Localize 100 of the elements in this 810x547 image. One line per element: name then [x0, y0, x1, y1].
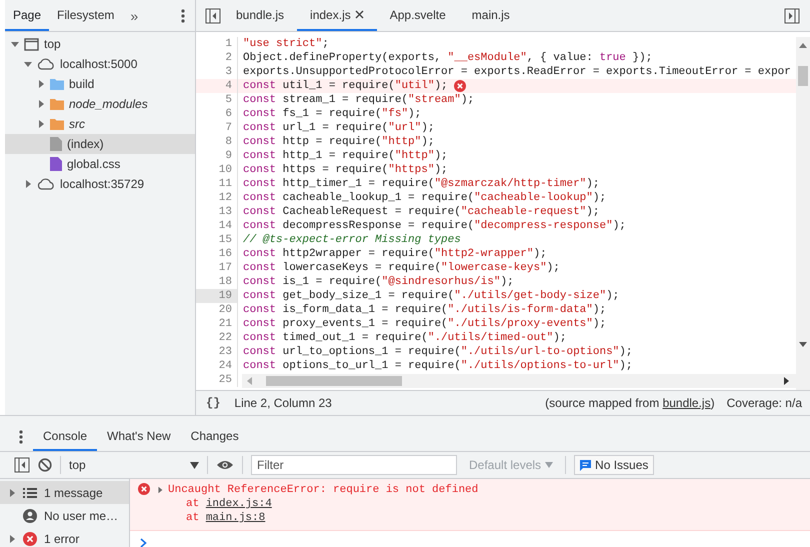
line-number: 3 — [224, 65, 233, 79]
error-icon — [454, 80, 466, 92]
tree-item[interactable]: src — [5, 114, 195, 134]
collapsed-arrow-icon[interactable] — [8, 534, 16, 542]
sidebar-item[interactable]: No user me… — [0, 504, 129, 527]
error-icon — [138, 483, 150, 495]
scroll-down-icon[interactable] — [799, 342, 807, 348]
code-line: const proxy_events_1 = require("./utils/proxy-events"); — [243, 318, 606, 330]
clear-console-icon[interactable] — [38, 458, 52, 472]
prompt-icon[interactable] — [140, 538, 147, 547]
list-icon — [23, 488, 37, 498]
line-number: 14 — [218, 219, 233, 233]
code-line: const url_to_options_1 = require("./utils/url-to-options"); — [243, 346, 632, 358]
file-tab[interactable]: App.svelte — [376, 0, 459, 31]
drawer-tab[interactable]: Changes — [180, 422, 249, 451]
source-link[interactable]: bundle.js — [662, 396, 711, 410]
code-line: const http_1 = require("http"); — [243, 150, 448, 162]
sidebar-item[interactable]: 1 error — [0, 527, 129, 547]
line-number: 16 — [218, 247, 233, 261]
eye-icon[interactable] — [216, 459, 234, 471]
tree-item[interactable]: localhost:5000 — [5, 54, 195, 74]
line-number: 18 — [218, 275, 233, 289]
line-number: 12 — [218, 191, 233, 205]
code-line: const decompressResponse = require("decompress-response"); — [243, 220, 626, 232]
file-tab[interactable]: bundle.js — [223, 0, 298, 31]
code-line: const http = require("http"); — [243, 136, 434, 148]
code-line: exports.UnsupportedProtocolError = exports.ReadError = exports.TimeoutError = expor — [243, 66, 791, 78]
error-icon — [23, 532, 37, 546]
expanded-arrow-icon[interactable] — [24, 60, 32, 68]
line-number: 7 — [224, 121, 233, 135]
code-line: const http_timer_1 = require("@szmarczak/http-timer"); — [243, 178, 600, 190]
source-link[interactable]: index.js:4 — [206, 498, 272, 510]
code-line: const is_form_data_1 = require("./utils/is-form-data"); — [243, 304, 606, 316]
code-line: "use strict"; — [243, 38, 329, 50]
line-number: 22 — [218, 331, 233, 345]
scroll-right-icon[interactable] — [784, 377, 790, 385]
user-icon — [23, 508, 37, 522]
horizontal-scrollbar[interactable] — [242, 374, 796, 388]
collapsed-arrow-icon[interactable] — [37, 100, 45, 108]
cloud-icon — [37, 58, 55, 70]
line-number: 25 — [218, 373, 233, 387]
tree-item[interactable]: top — [5, 34, 195, 54]
coverage-info: Coverage: n/a — [726, 396, 802, 410]
toggle-sidebar-icon[interactable] — [14, 457, 30, 473]
tree-item[interactable]: node_modules — [5, 94, 195, 114]
source-link[interactable]: main.js:8 — [206, 512, 266, 524]
cursor-position: Line 2, Column 23 — [234, 396, 332, 410]
line-number: 9 — [224, 149, 233, 163]
sidebar-item[interactable]: 1 message — [0, 481, 129, 504]
code-line: const options_to_url_1 = require("./utils/options-to-url"); — [243, 360, 632, 372]
context-dropdown[interactable]: top — [69, 458, 199, 472]
more-options-icon[interactable] — [19, 430, 23, 444]
code-line: // @ts-expect-error Missing types — [243, 234, 461, 246]
tree-item[interactable]: global.css — [5, 154, 195, 174]
filter-field[interactable]: Filter — [251, 455, 457, 475]
line-number: 19 — [196, 289, 237, 303]
toggle-navigator-icon[interactable] — [205, 8, 221, 24]
file-tab[interactable]: main.js — [458, 0, 523, 31]
code-line: const timed_out_1 = require("./utils/timed-out"); — [243, 332, 566, 344]
code-line: const http2wrapper = require("http2-wrapper"); — [243, 248, 547, 260]
stack-frame: at index.js:4 — [186, 498, 272, 510]
scrollbar-thumb[interactable] — [798, 66, 808, 86]
scrollbar-thumb[interactable] — [266, 376, 402, 386]
scroll-up-icon[interactable] — [799, 42, 807, 48]
line-number: 15 — [218, 233, 233, 247]
collapsed-arrow-icon[interactable] — [156, 486, 164, 494]
issues-button[interactable]: No Issues — [574, 455, 654, 475]
collapsed-arrow-icon[interactable] — [37, 80, 45, 88]
line-number: 21 — [218, 317, 233, 331]
toggle-debugger-icon[interactable] — [784, 8, 800, 24]
collapsed-arrow-icon[interactable] — [37, 120, 45, 128]
tree-item[interactable]: (index) — [5, 134, 195, 154]
panel-tab[interactable]: Filesystem — [49, 0, 122, 31]
stack-frame: at main.js:8 — [186, 512, 266, 524]
vertical-scrollbar[interactable] — [796, 37, 810, 390]
close-icon[interactable] — [354, 10, 364, 19]
line-number: 11 — [218, 177, 233, 191]
panel-tab[interactable]: Page — [5, 0, 50, 31]
code-line: const lowercaseKeys = require("lowercase-keys"); — [243, 262, 560, 274]
dropdown-icon — [545, 462, 554, 468]
code-line: const stream_1 = require("stream"); — [243, 94, 474, 106]
pretty-print-button[interactable]: {} — [204, 396, 222, 410]
line-number: 8 — [224, 135, 233, 149]
message-icon — [580, 460, 592, 470]
line-number: 10 — [218, 163, 233, 177]
drawer-tab[interactable]: What's New — [97, 422, 181, 451]
line-number: 4 — [224, 79, 233, 93]
line-number: 24 — [218, 359, 233, 373]
more-options-icon[interactable] — [181, 8, 185, 22]
code-line: Object.defineProperty(exports, "__esModule", { value: true }); — [243, 52, 652, 64]
collapsed-arrow-icon[interactable] — [8, 488, 16, 496]
tree-item[interactable]: build — [5, 74, 195, 94]
source-map-info: (source mapped from bundle.js) — [545, 396, 715, 410]
line-number: 5 — [224, 93, 233, 107]
tree-item[interactable]: localhost:35729 — [5, 174, 195, 194]
collapsed-arrow-icon[interactable] — [24, 180, 32, 188]
frame-icon — [24, 38, 39, 50]
expanded-arrow-icon[interactable] — [11, 40, 19, 48]
line-number: 13 — [218, 205, 233, 219]
more-tabs-button[interactable]: » — [122, 8, 146, 24]
